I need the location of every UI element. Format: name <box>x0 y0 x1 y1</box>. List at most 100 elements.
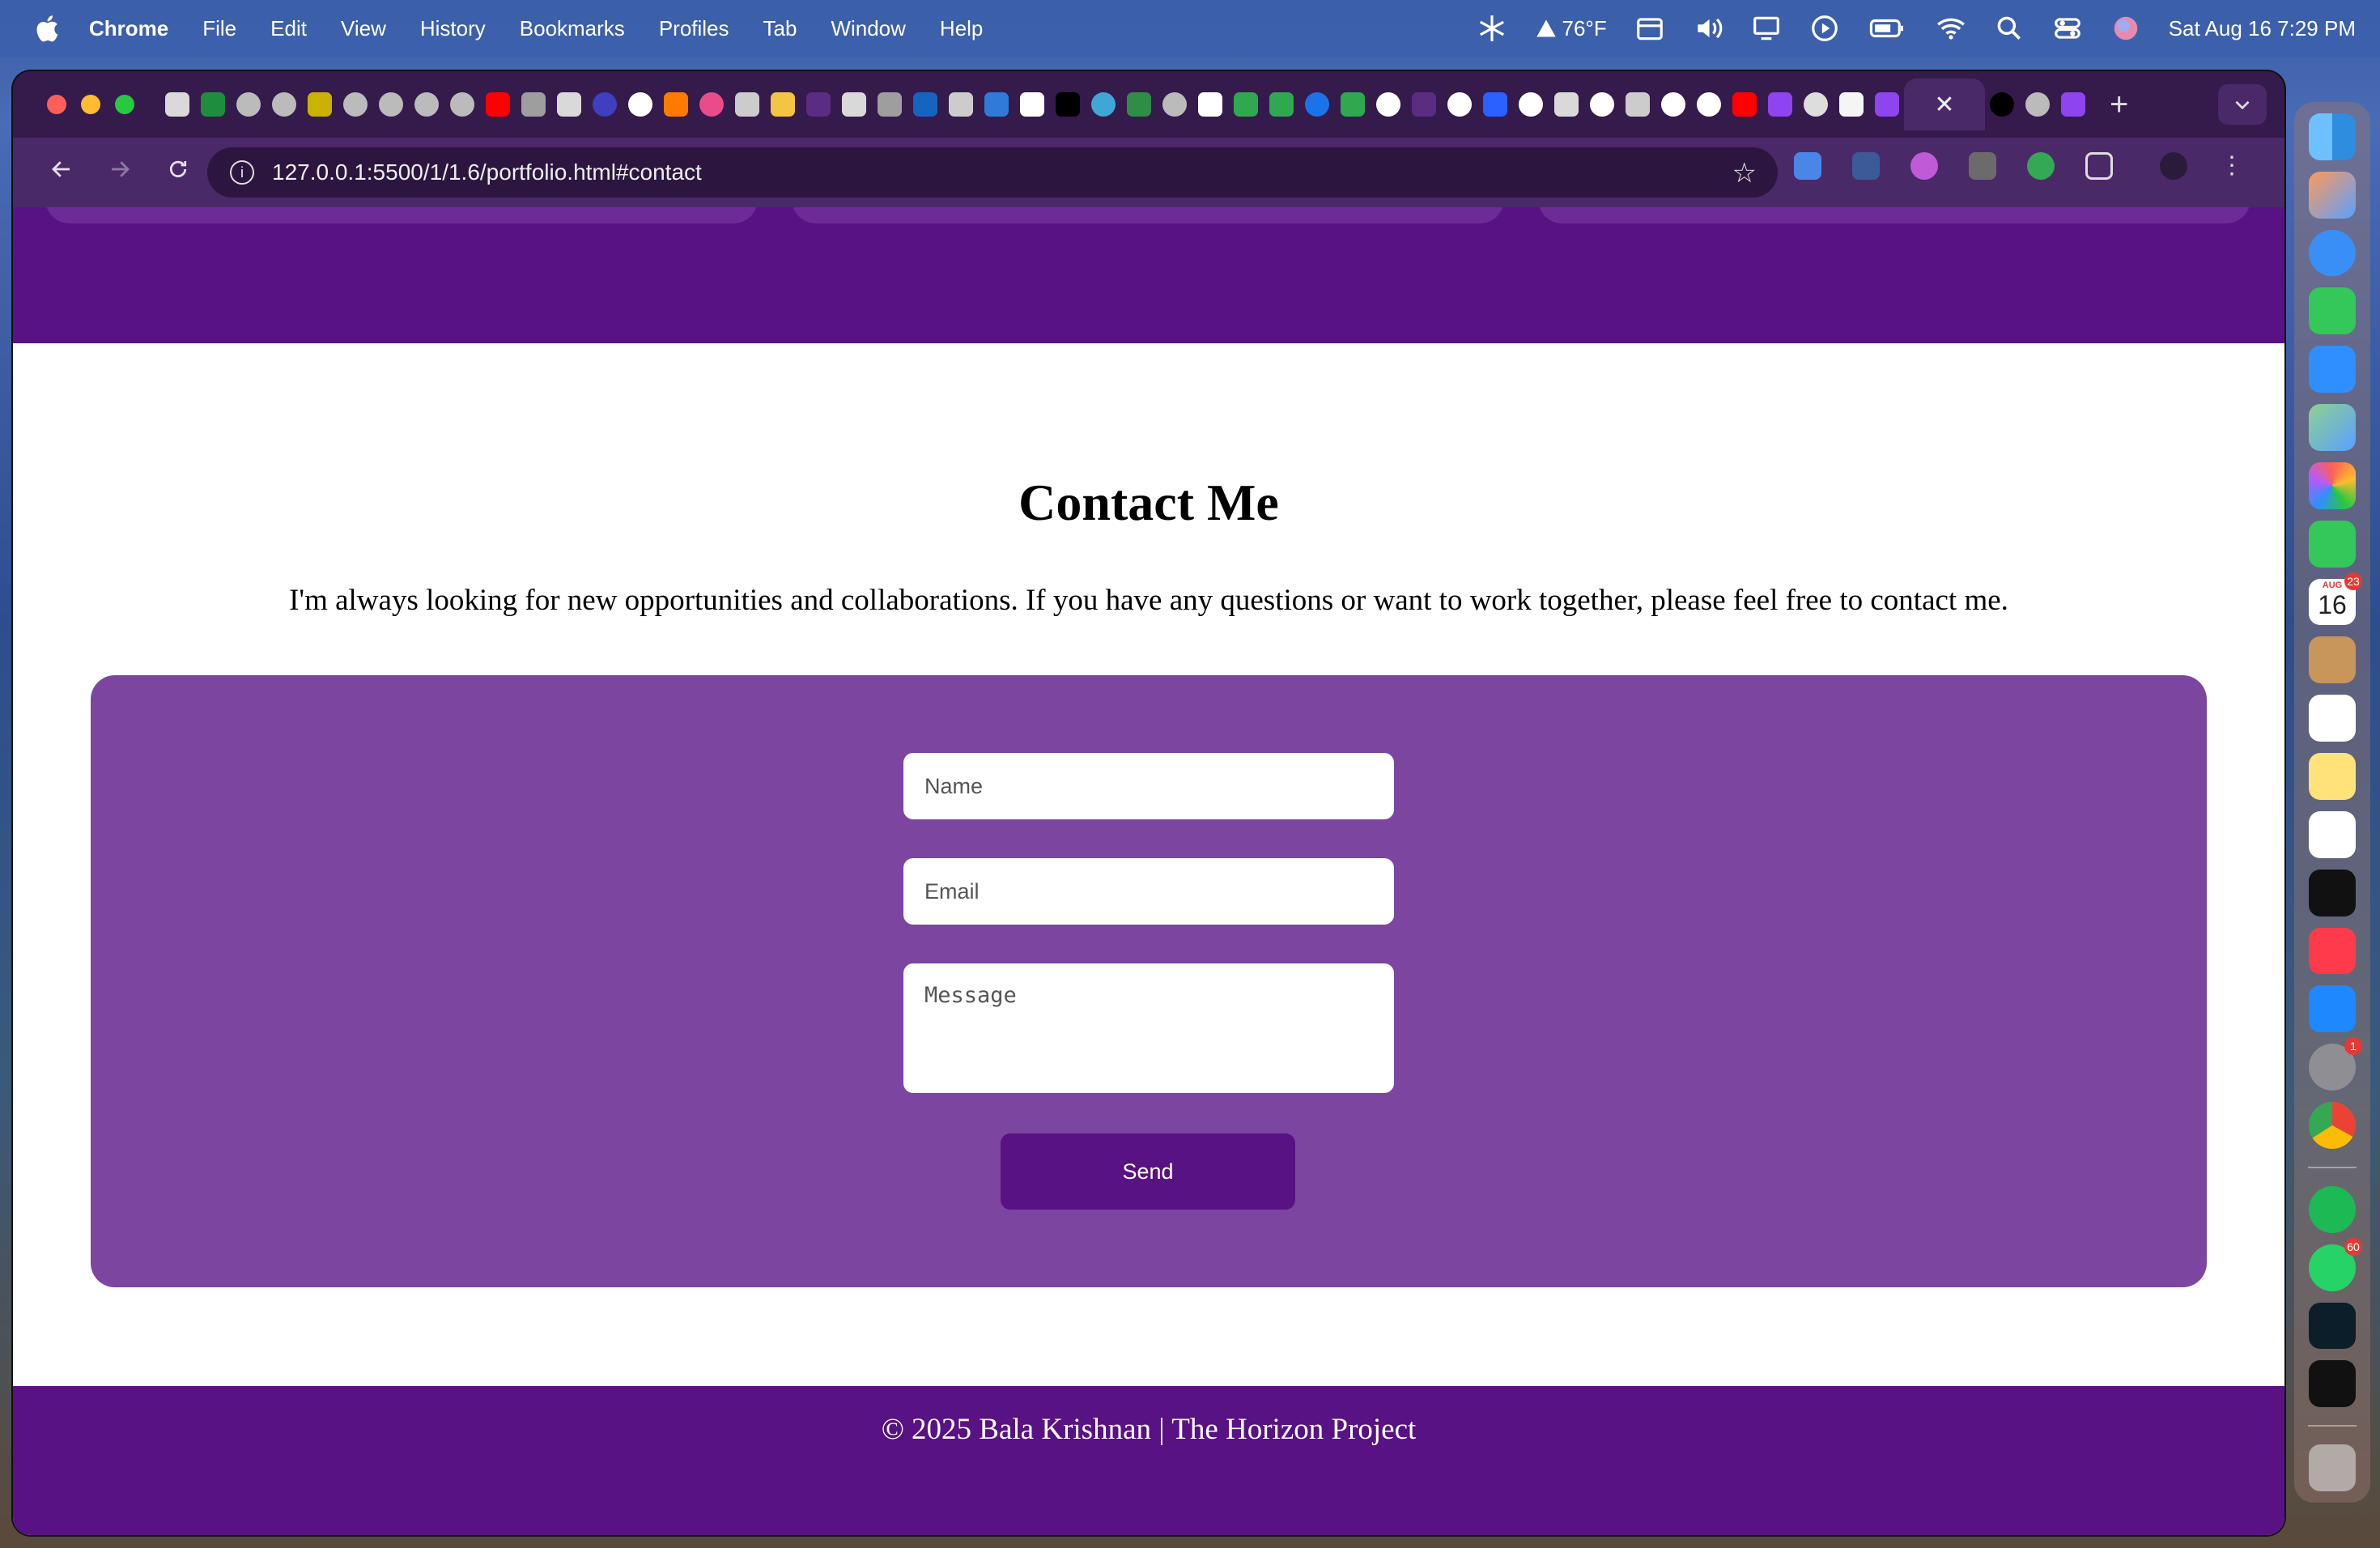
box-app-icon[interactable] <box>2309 1360 2356 1408</box>
robot-extension-icon[interactable] <box>2027 152 2055 180</box>
tab-favicon-wave[interactable] <box>2061 92 2085 117</box>
close-tab-icon[interactable]: ✕ <box>1934 91 1954 119</box>
tab-favicon-layers[interactable] <box>1198 92 1222 117</box>
tab-favicon-mask[interactable] <box>806 92 831 117</box>
active-tab[interactable]: ✕ <box>1904 79 1985 130</box>
tab-favicon-triangle[interactable] <box>1990 92 2014 117</box>
spotify-icon[interactable] <box>2309 1185 2356 1233</box>
tab-favicon-mask[interactable] <box>1412 92 1436 117</box>
s-extension-icon[interactable] <box>1969 152 1996 180</box>
tab-favicon-github[interactable] <box>1376 92 1400 117</box>
tab-favicon-globe[interactable] <box>450 92 474 117</box>
maps-icon[interactable] <box>2309 404 2356 451</box>
tab-favicon-openai[interactable] <box>165 92 189 117</box>
launchpad-icon[interactable] <box>2309 171 2356 219</box>
menu-bookmarks[interactable]: Bookmarks <box>520 16 625 41</box>
tab-favicon-globe[interactable] <box>272 92 296 117</box>
trash-icon[interactable] <box>2309 1444 2356 1492</box>
menu-file[interactable]: File <box>202 16 236 41</box>
siri-icon[interactable] <box>2110 13 2141 44</box>
menu-app-chrome[interactable]: Chrome <box>89 16 168 41</box>
back-button[interactable] <box>32 157 91 189</box>
menu-tab[interactable]: Tab <box>763 16 797 41</box>
address-bar[interactable]: i 127.0.0.1:5500/1/1.6/portfolio.html#co… <box>207 147 1778 198</box>
system-settings-icon[interactable]: 1 <box>2309 1037 2362 1091</box>
send-button[interactable]: Send <box>1001 1133 1295 1210</box>
tab-favicon-sheets[interactable] <box>201 92 225 117</box>
spotlight-search-icon[interactable] <box>1994 13 2025 44</box>
tab-favicon-github[interactable] <box>1590 92 1614 117</box>
tab-favicon-toggle[interactable] <box>1839 92 1864 117</box>
tab-favicon-globe[interactable] <box>414 92 439 117</box>
tab-favicon-google[interactable] <box>1661 92 1685 117</box>
tab-favicon-google[interactable] <box>1447 92 1472 117</box>
tab-favicon-youtube[interactable] <box>486 92 510 117</box>
tab-favicon-globe[interactable] <box>1162 92 1187 117</box>
calendar-icon[interactable]: AUG 16 23 <box>2309 572 2362 626</box>
tab-search-button[interactable] <box>2218 84 2267 125</box>
tab-favicon-google[interactable] <box>628 92 652 117</box>
menu-history[interactable]: History <box>420 16 486 41</box>
tab-favicon-openai[interactable] <box>1554 92 1579 117</box>
safari-icon[interactable] <box>2309 229 2356 277</box>
snowflake-icon[interactable] <box>1477 13 1507 44</box>
tab-favicon-globe[interactable] <box>379 92 403 117</box>
tab-favicon-dribbble[interactable] <box>699 92 724 117</box>
tab-favicon-earth[interactable] <box>1091 92 1116 117</box>
tab-favicon-circle-blue[interactable] <box>1305 92 1329 117</box>
menubar-clock[interactable]: Sat Aug 16 7:29 PM <box>2169 16 2356 41</box>
facetime-icon[interactable] <box>2309 520 2356 568</box>
apple-tv-icon[interactable] <box>2309 869 2356 916</box>
message-textarea[interactable] <box>903 963 1394 1093</box>
tab-favicon-runner[interactable] <box>984 92 1009 117</box>
tab-favicon-youtube[interactable] <box>1732 92 1757 117</box>
tab-favicon-globe[interactable] <box>343 92 368 117</box>
bookmark-star-icon[interactable]: ☆ <box>1732 157 1757 189</box>
tab-favicon-flame[interactable] <box>664 92 688 117</box>
menu-profiles[interactable]: Profiles <box>659 16 729 41</box>
zoom-window-button[interactable] <box>115 95 134 114</box>
messages-icon[interactable] <box>2309 287 2356 335</box>
battery-icon[interactable] <box>1868 13 1908 44</box>
url-text[interactable]: 127.0.0.1:5500/1/1.6/portfolio.html#cont… <box>272 159 702 185</box>
tab-favicon-wind[interactable] <box>521 92 546 117</box>
tab-favicon-perplexity[interactable] <box>1626 92 1650 117</box>
tab-favicon-stripes[interactable] <box>308 92 332 117</box>
tab-favicon-w[interactable] <box>1341 92 1365 117</box>
forward-button[interactable] <box>91 157 149 189</box>
tab-favicon-wave[interactable] <box>1768 92 1792 117</box>
perplexity-icon[interactable] <box>2309 1302 2356 1350</box>
tab-favicon-perplexity[interactable] <box>949 92 973 117</box>
menu-edit[interactable]: Edit <box>270 16 307 41</box>
close-window-button[interactable] <box>47 95 66 114</box>
minimize-window-button[interactable] <box>81 95 100 114</box>
tab-favicon-medium[interactable] <box>1020 92 1044 117</box>
weather-status[interactable]: 76°F <box>1535 16 1607 41</box>
whatsapp-icon[interactable]: 60 <box>2309 1237 2362 1291</box>
grid-extension-icon[interactable] <box>1852 152 1880 180</box>
tab-favicon-globe[interactable] <box>236 92 261 117</box>
display-icon[interactable] <box>1751 13 1782 44</box>
tab-favicon-wind[interactable] <box>878 92 902 117</box>
contacts-icon[interactable] <box>2309 636 2356 684</box>
menu-window[interactable]: Window <box>831 16 905 41</box>
tab-favicon-google[interactable] <box>1697 92 1721 117</box>
tab-favicon-hashnode[interactable] <box>1483 92 1507 117</box>
tab-favicon-puzzle[interactable] <box>735 92 759 117</box>
name-input[interactable] <box>903 753 1394 819</box>
wifi-icon[interactable] <box>1936 13 1966 44</box>
mail-icon[interactable] <box>2309 346 2356 393</box>
more-menu-icon[interactable]: ⋮ <box>2218 152 2246 180</box>
notes-icon[interactable] <box>2309 753 2356 800</box>
tab-favicon-google[interactable] <box>1519 92 1543 117</box>
lr-extension-icon[interactable] <box>1910 152 1938 180</box>
email-input[interactable] <box>903 858 1394 925</box>
calendar-widget-icon[interactable] <box>1634 13 1665 44</box>
extensions-puzzle-icon[interactable] <box>2085 152 2113 180</box>
finder-icon[interactable] <box>2309 113 2356 160</box>
tab-favicon-wave[interactable] <box>1875 92 1899 117</box>
chrome-icon[interactable] <box>2309 1102 2356 1149</box>
tab-favicon-gallery[interactable] <box>771 92 795 117</box>
app-store-icon[interactable] <box>2309 985 2356 1033</box>
tab-favicon-openai[interactable] <box>557 92 581 117</box>
